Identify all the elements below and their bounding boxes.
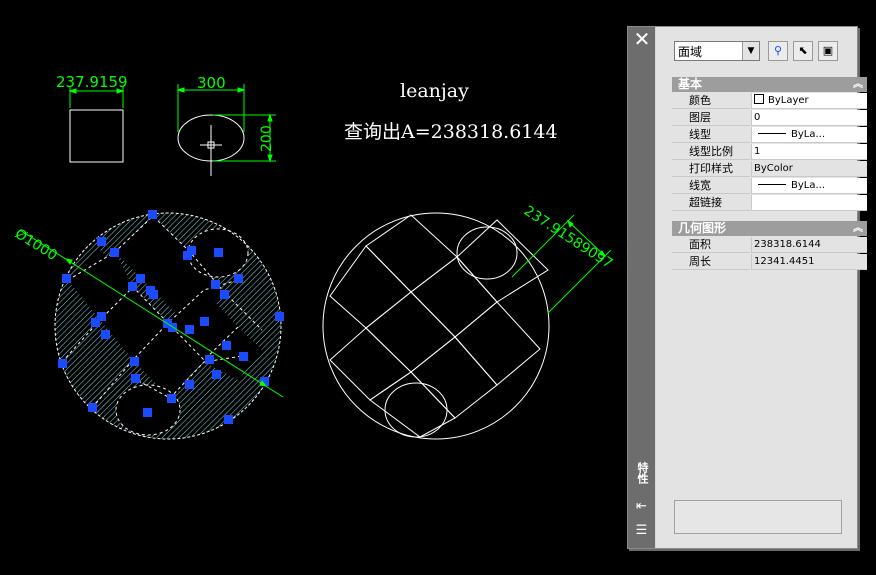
- line-sample-icon: [758, 184, 786, 185]
- properties-menu-icon[interactable]: ☰: [633, 524, 650, 538]
- close-icon[interactable]: ✕: [632, 29, 652, 49]
- prop-name: 面积: [672, 237, 750, 253]
- rect-width-label: 237.9159: [56, 73, 128, 91]
- collapse-icon[interactable]: ︽: [853, 221, 863, 236]
- collapse-icon[interactable]: ︽: [853, 77, 863, 92]
- prop-value[interactable]: 12341.4451: [751, 254, 867, 270]
- prop-name: 周长: [672, 254, 750, 270]
- prop-name: 超链接: [672, 195, 750, 211]
- prop-row-hyperlink[interactable]: 超链接: [672, 195, 867, 212]
- prop-value[interactable]: 1: [751, 144, 867, 160]
- section-general-title: 基本: [678, 77, 703, 91]
- rectangle-object[interactable]: [69, 109, 124, 163]
- ellipse-object[interactable]: [177, 114, 245, 176]
- section-general[interactable]: 基本 ︽: [672, 77, 867, 92]
- prop-name: 打印样式: [672, 161, 750, 177]
- toggle-pickadd-icon[interactable]: ⚲: [768, 41, 788, 61]
- prop-value-text: ByLayer: [768, 95, 809, 106]
- prop-row-layer[interactable]: 图层 0: [672, 110, 867, 127]
- prop-value[interactable]: 238318.6144: [751, 237, 867, 253]
- prop-value[interactable]: ByLa...: [751, 178, 867, 194]
- properties-palette[interactable]: ✕ 特性 ⇤ ☰ 面域 ▼ ⚲ ⬉ ▣ 基本 ︽ 颜色 ByLayer 图层 0…: [627, 26, 867, 549]
- prop-name: 线型: [672, 127, 750, 143]
- prop-row-perimeter[interactable]: 周长 12341.4451: [672, 254, 867, 271]
- hatched-region[interactable]: [50, 210, 290, 445]
- prop-row-linetype-scale[interactable]: 线型比例 1: [672, 144, 867, 161]
- outline-region[interactable]: [322, 212, 550, 440]
- prop-value[interactable]: ByLa...: [751, 127, 867, 143]
- section-geometry-title: 几何图形: [678, 221, 727, 235]
- prop-value-text: ByLa...: [791, 129, 826, 140]
- description-panel: [674, 500, 842, 534]
- palette-titlebar[interactable]: ✕ 特性 ⇤ ☰: [628, 27, 655, 548]
- prop-row-color[interactable]: 颜色 ByLayer: [672, 93, 867, 110]
- prop-row-linetype[interactable]: 线型 ByLa...: [672, 127, 867, 144]
- ellipse-height-label: 200: [259, 125, 275, 152]
- prop-value[interactable]: [751, 195, 867, 211]
- author-text[interactable]: leanjay: [400, 80, 469, 102]
- diameter-label: Ø1000: [12, 226, 60, 264]
- object-type-value: 面域: [678, 45, 703, 59]
- object-type-dropdown[interactable]: 面域 ▼: [674, 41, 760, 61]
- prop-value-text: ByLa...: [791, 180, 826, 191]
- prop-name: 颜色: [672, 93, 750, 109]
- palette-content: 面域 ▼ ⚲ ⬉ ▣ 基本 ︽ 颜色 ByLayer 图层 0 线型 ByLa.…: [656, 27, 867, 548]
- autohide-icon[interactable]: ⇤: [633, 500, 650, 514]
- prop-name: 线宽: [672, 178, 750, 194]
- prop-row-plotstyle[interactable]: 打印样式 ByColor: [672, 161, 867, 178]
- line-sample-icon: [758, 133, 786, 134]
- palette-title: 特性: [636, 462, 649, 484]
- ellipse-width-label: 300: [197, 74, 226, 92]
- aligned-dim-label: 237.9158909​7: [521, 203, 616, 272]
- section-geometry[interactable]: 几何图形 ︽: [672, 221, 867, 236]
- area-query-text[interactable]: 查询出A=238318.6144: [344, 117, 558, 144]
- prop-value[interactable]: ByColor: [751, 161, 867, 177]
- color-swatch-icon: [754, 94, 764, 104]
- prop-name: 线型比例: [672, 144, 750, 160]
- prop-row-area[interactable]: 面积 238318.6144: [672, 237, 867, 254]
- chevron-down-icon[interactable]: ▼: [742, 42, 759, 60]
- prop-row-lineweight[interactable]: 线宽 ByLa...: [672, 178, 867, 195]
- prop-value[interactable]: ByLayer: [751, 93, 867, 109]
- quick-select-icon[interactable]: ▣: [818, 41, 838, 61]
- prop-value[interactable]: 0: [751, 110, 867, 126]
- select-objects-icon[interactable]: ⬉: [793, 41, 813, 61]
- prop-name: 图层: [672, 110, 750, 126]
